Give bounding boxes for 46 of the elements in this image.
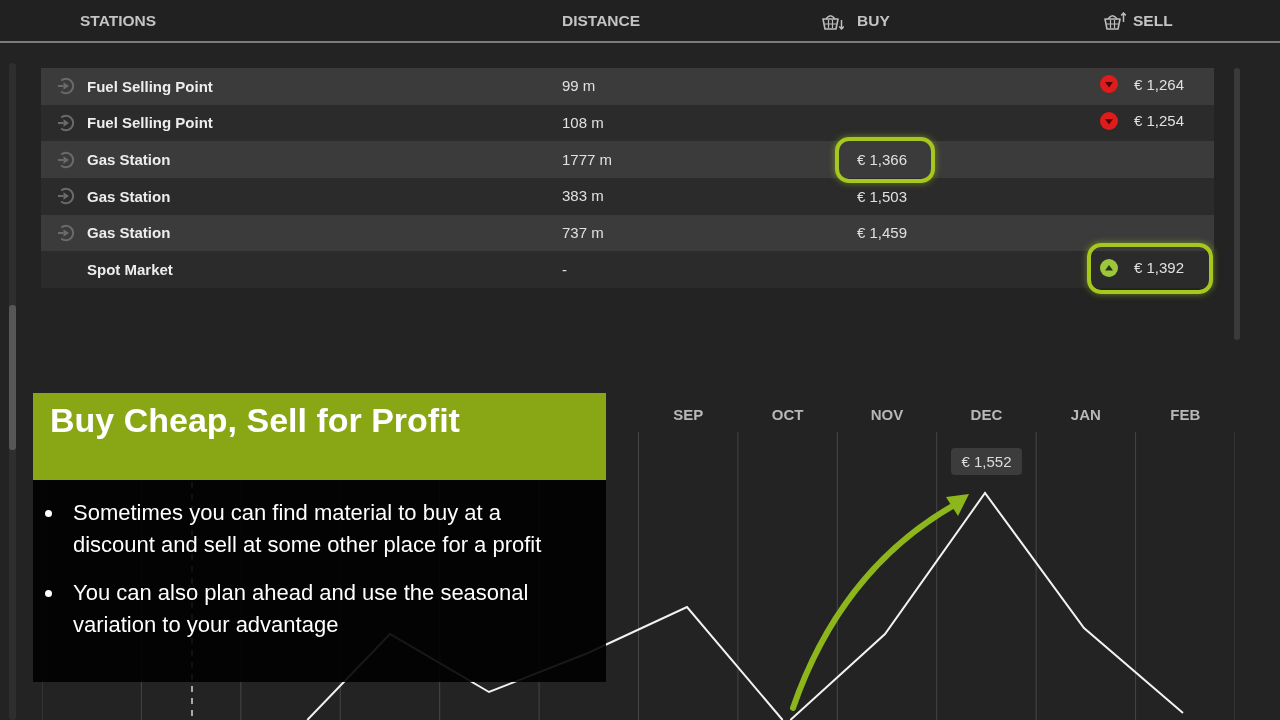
month-label: JAN bbox=[1070, 406, 1101, 423]
column-header[interactable]: STATIONS bbox=[80, 11, 157, 30]
circle-arrow-icon[interactable] bbox=[57, 223, 75, 242]
buy-price: € 1,503 bbox=[857, 187, 908, 205]
sell-price: € 1,392 bbox=[1134, 259, 1185, 277]
buy-price: € 1,459 bbox=[857, 224, 908, 242]
station-name: Spot Market bbox=[87, 261, 173, 279]
bullet-icon bbox=[45, 510, 52, 517]
distance-value: 99 m bbox=[562, 77, 596, 95]
sell-price: € 1,264 bbox=[1134, 75, 1185, 93]
distance-value: 1777 m bbox=[562, 150, 613, 168]
circle-arrow-icon[interactable] bbox=[57, 114, 75, 132]
circle-arrow-icon[interactable] bbox=[57, 150, 75, 169]
bullet-icon bbox=[45, 590, 52, 597]
distance-value: 383 m bbox=[562, 187, 604, 205]
scrollbar-track[interactable] bbox=[9, 63, 16, 720]
bullet-text: You can also plan ahead and use the seasonal variation to your advantage bbox=[73, 579, 530, 639]
month-label: FEB bbox=[1170, 406, 1201, 423]
distance-value: 108 m bbox=[562, 114, 604, 131]
buy-price: € 1,366 bbox=[857, 150, 908, 168]
station-name: Gas Station bbox=[87, 151, 171, 169]
basket-up-arrow-icon bbox=[1104, 11, 1126, 30]
station-name: Fuel Selling Point bbox=[87, 77, 213, 95]
table-row[interactable]: Fuel Selling Point 108 m € 1,254 bbox=[41, 104, 1214, 142]
month-label: OCT bbox=[771, 406, 804, 423]
station-name: Gas Station bbox=[87, 187, 171, 205]
table-row[interactable]: Gas Station 737 m € 1,459 bbox=[41, 214, 1214, 252]
month-label: SEP bbox=[673, 406, 704, 423]
circle-arrow-icon[interactable] bbox=[57, 187, 75, 206]
table-row[interactable]: Fuel Selling Point 99 m € 1,264 bbox=[41, 68, 1214, 105]
station-name: Gas Station bbox=[87, 224, 171, 242]
month-label: NOV bbox=[870, 406, 904, 423]
station-name: Fuel Selling Point bbox=[87, 114, 213, 132]
distance-value: 737 m bbox=[562, 223, 604, 241]
column-header[interactable]: BUY bbox=[857, 11, 890, 30]
sell-price: € 1,254 bbox=[1134, 112, 1185, 130]
month-label: DEC bbox=[970, 406, 1003, 423]
column-header[interactable]: DISTANCE bbox=[562, 11, 641, 30]
bullet-text: Sometimes you can find material to buy at a discount and sell at some other place for a profit bbox=[73, 499, 543, 559]
circle-arrow-icon[interactable] bbox=[57, 77, 75, 96]
price-tooltip: € 1,552 bbox=[951, 448, 1022, 475]
distance-value: - bbox=[562, 260, 567, 278]
scrollbar-thumb[interactable] bbox=[9, 305, 16, 450]
info-title: Buy Cheap, Sell for Profit bbox=[50, 401, 460, 439]
table-row[interactable]: Gas Station 383 m € 1,503 bbox=[41, 177, 1214, 215]
column-header[interactable]: SELL bbox=[1133, 11, 1173, 30]
